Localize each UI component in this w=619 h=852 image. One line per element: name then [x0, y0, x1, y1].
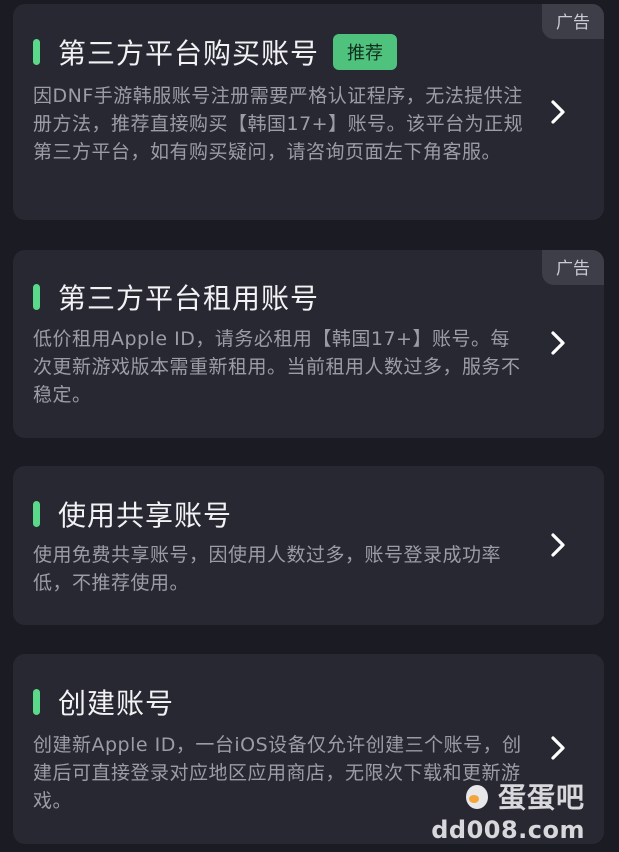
ad-tag: 广告	[542, 4, 604, 39]
ad-tag: 广告	[542, 250, 604, 285]
option-card-buy-account[interactable]: 广告 第三方平台购买账号 推荐 因DNF手游韩服账号注册需要严格认证程序，无法提…	[13, 4, 604, 220]
watermark-url: dd008.com	[431, 816, 585, 844]
watermark: 蛋蛋吧 dd008.com	[431, 776, 585, 844]
card-description: 使用免费共享账号，因使用人数过多，账号登录成功率低，不推荐使用。	[33, 544, 502, 594]
card-title: 第三方平台租用账号	[58, 282, 320, 315]
chevron-right-icon[interactable]	[544, 329, 572, 357]
watermark-brand-row: 蛋蛋吧	[431, 776, 585, 816]
card-title: 使用共享账号	[58, 499, 233, 532]
option-card-rent-account[interactable]: 广告 第三方平台租用账号 低价租用Apple ID，请务必租用【韩国17+】账号…	[13, 250, 604, 438]
egg-logo-icon	[465, 785, 488, 809]
card-title-row: 创建账号	[33, 682, 174, 722]
recommend-badge: 推荐	[333, 34, 398, 70]
card-description: 低价租用Apple ID，请务必租用【韩国17+】账号。每次更新游戏版本需重新租…	[33, 328, 521, 406]
card-description: 因DNF手游韩服账号注册需要严格认证程序，无法提供注册方法，推荐直接购买【韩国1…	[33, 85, 524, 163]
card-title-row: 第三方平台租用账号	[33, 277, 319, 317]
accent-bar	[33, 501, 40, 527]
card-title: 第三方平台购买账号	[58, 37, 320, 70]
accent-bar	[33, 284, 40, 310]
card-title: 创建账号	[58, 687, 175, 720]
watermark-brand: 蛋蛋吧	[497, 781, 585, 814]
card-title-row: 第三方平台购买账号 推荐	[33, 32, 398, 72]
chevron-right-icon[interactable]	[544, 531, 572, 559]
chevron-right-icon[interactable]	[544, 98, 572, 126]
accent-bar	[33, 39, 40, 65]
option-card-shared-account[interactable]: 使用共享账号 使用免费共享账号，因使用人数过多，账号登录成功率低，不推荐使用。	[13, 466, 604, 625]
chevron-right-icon[interactable]	[544, 734, 572, 762]
card-title-row: 使用共享账号	[33, 494, 232, 534]
accent-bar	[33, 689, 40, 715]
